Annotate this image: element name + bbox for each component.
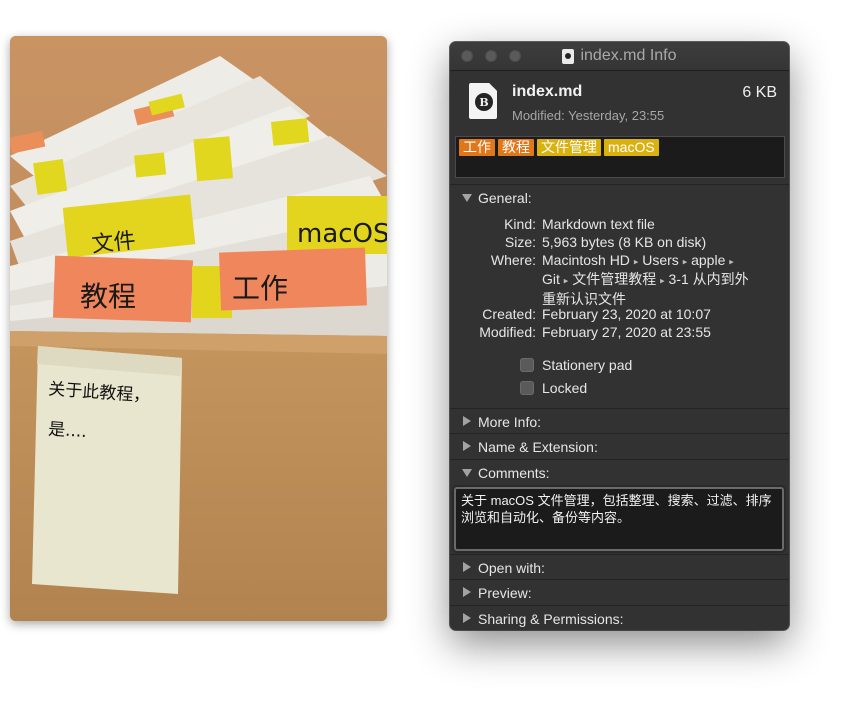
where-key: Where: (490, 252, 536, 268)
window-title: index.md Info (580, 47, 677, 64)
section-preview-title: Preview: (478, 585, 532, 601)
size-key: Size: (504, 234, 536, 250)
tag-gongzuo[interactable]: 工作 (459, 139, 495, 156)
modified-summary: Modified: Yesterday, 23:55 (512, 108, 665, 123)
tag-jiaocheng[interactable]: 教程 (498, 139, 534, 156)
comments-textarea[interactable]: 关于 macOS 文件管理，包括整理、搜索、过滤、排序浏览和自动化、备份等内容。 (454, 487, 784, 551)
kind-value: Markdown text file (542, 216, 655, 232)
path-arrow-icon: ▸ (633, 256, 639, 267)
info-window: index.md Info B index.md 6 KB Modified: … (450, 42, 789, 630)
section-comments-title: Comments: (478, 465, 550, 481)
disclosure-right-icon (463, 562, 471, 572)
bear-logo-icon: B (475, 93, 493, 111)
photo-label-jiaocheng: 教程 (80, 280, 136, 313)
disclosure-down-icon (462, 194, 472, 202)
modified-key: Modified: (479, 324, 536, 340)
photo-label-wenjian: 文件 (91, 228, 137, 257)
file-folder-photo: 文件 macOS 教程 工作 关于此教程， 是.... (10, 36, 387, 621)
section-open-with[interactable]: Open with: (450, 554, 789, 580)
section-sharing-permissions[interactable]: Sharing & Permissions: (450, 605, 789, 630)
file-name: index.md (512, 83, 583, 100)
section-more-info-title: More Info: (478, 414, 542, 430)
path-macintosh-hd: Macintosh HD (542, 252, 630, 268)
path-arrow-icon: ▸ (563, 275, 569, 286)
path-arrow-icon: ▸ (660, 275, 665, 286)
section-name-extension-title: Name & Extension: (478, 439, 598, 455)
disclosure-right-icon (463, 441, 471, 451)
tag-wenjianguanli[interactable]: 文件管理 (537, 139, 601, 156)
section-preview[interactable]: Preview: (450, 579, 789, 605)
document-icon (562, 48, 575, 64)
path-apple: apple (691, 252, 726, 268)
section-comments[interactable]: Comments: (450, 459, 789, 485)
file-size: 6 KB (742, 84, 777, 101)
stationery-pad-checkbox[interactable] (520, 358, 534, 372)
path-tutorial: 文件管理教程 (572, 271, 657, 288)
photo-label-macos: macOS (297, 219, 387, 249)
path-users: Users (642, 252, 679, 268)
window-title-group: index.md Info (450, 42, 789, 70)
disclosure-right-icon (463, 416, 471, 426)
tag-list: 工作 教程 文件管理 macOS (459, 139, 659, 156)
section-name-extension[interactable]: Name & Extension: (450, 433, 789, 459)
modified-value: February 27, 2020 at 23:55 (542, 324, 711, 340)
disclosure-right-icon (463, 613, 471, 623)
stationery-pad-label: Stationery pad (542, 357, 633, 373)
path-chapter: 3-1 从内到外 (668, 271, 749, 288)
section-general-title: General: (478, 190, 532, 206)
locked-label: Locked (542, 380, 588, 396)
path-arrow-icon: ▸ (729, 256, 734, 267)
comments-text: 关于 macOS 文件管理，包括整理、搜索、过滤、排序浏览和自动化、备份等内容。 (461, 493, 772, 525)
created-value: February 23, 2020 at 10:07 (542, 306, 711, 322)
section-sharing-title: Sharing & Permissions: (478, 611, 624, 627)
title-bar[interactable]: index.md Info (450, 42, 789, 71)
size-value: 5,963 bytes (8 KB on disk) (542, 234, 707, 250)
created-key: Created: (482, 306, 536, 322)
disclosure-down-icon (462, 469, 472, 477)
section-open-with-title: Open with: (478, 560, 545, 576)
file-header: B index.md 6 KB Modified: Yesterday, 23:… (450, 71, 789, 134)
tag-macos[interactable]: macOS (604, 139, 659, 156)
locked-checkbox[interactable] (520, 381, 534, 395)
disclosure-right-icon (463, 587, 471, 597)
path-git: Git (542, 271, 560, 288)
photo-note-line2: 是.... (48, 419, 88, 442)
section-more-info[interactable]: More Info: (450, 408, 789, 434)
photo-drawing: 文件 macOS 教程 工作 关于此教程， 是.... (10, 36, 387, 621)
section-general[interactable]: General: (450, 184, 789, 210)
where-value: Macintosh HD ▸ Users ▸ apple ▸ Git ▸ 文件管… (542, 251, 772, 308)
path-arrow-icon: ▸ (682, 256, 688, 267)
tags-field[interactable]: 工作 教程 文件管理 macOS (455, 136, 785, 178)
kind-key: Kind: (504, 216, 536, 232)
photo-label-gongzuo: 工作 (232, 272, 288, 305)
